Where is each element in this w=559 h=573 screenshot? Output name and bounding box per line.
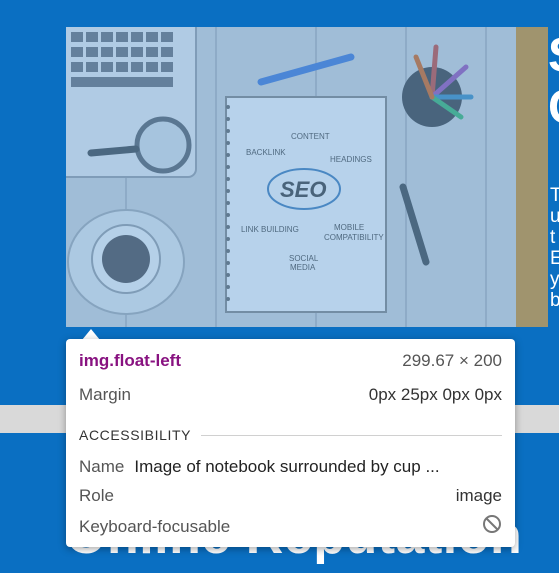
page-paragraph-partial: TutEyb	[550, 185, 559, 311]
not-allowed-icon	[482, 514, 502, 539]
name-row: Name Image of notebook surrounded by cup…	[79, 457, 502, 477]
element-highlight-overlay	[66, 27, 516, 327]
margin-value: 0px 25px 0px 0px	[368, 385, 502, 404]
devtools-inspect-tooltip: img.float-left 299.67 × 200 Margin 0px 2…	[66, 339, 515, 547]
element-selector: img.float-left	[79, 351, 181, 370]
role-row: Role image	[79, 486, 502, 506]
page-heading-partial: SC	[548, 30, 559, 134]
accessibility-section: ACCESSIBILITY	[79, 427, 502, 443]
margin-label: Margin	[79, 385, 131, 404]
margin-row: Margin 0px 25px 0px 0px	[79, 385, 502, 405]
role-value: image	[455, 486, 502, 505]
section-divider	[201, 434, 502, 436]
seo-notebook-image[interactable]: CONTENT BACKLINK HEADINGS LINK BUILDING …	[66, 27, 516, 327]
element-size: 299.67 × 200	[402, 351, 502, 370]
name-label: Name	[79, 457, 125, 476]
focusable-label: Keyboard-focusable	[79, 516, 231, 536]
focusable-row: Keyboard-focusable	[79, 514, 502, 539]
accessibility-title: ACCESSIBILITY	[79, 427, 192, 443]
tooltip-header: img.float-left 299.67 × 200	[79, 351, 502, 371]
role-label: Role	[79, 486, 114, 505]
page-side-strip	[515, 27, 548, 327]
name-value: Image of notebook surrounded by cup ...	[134, 457, 440, 476]
